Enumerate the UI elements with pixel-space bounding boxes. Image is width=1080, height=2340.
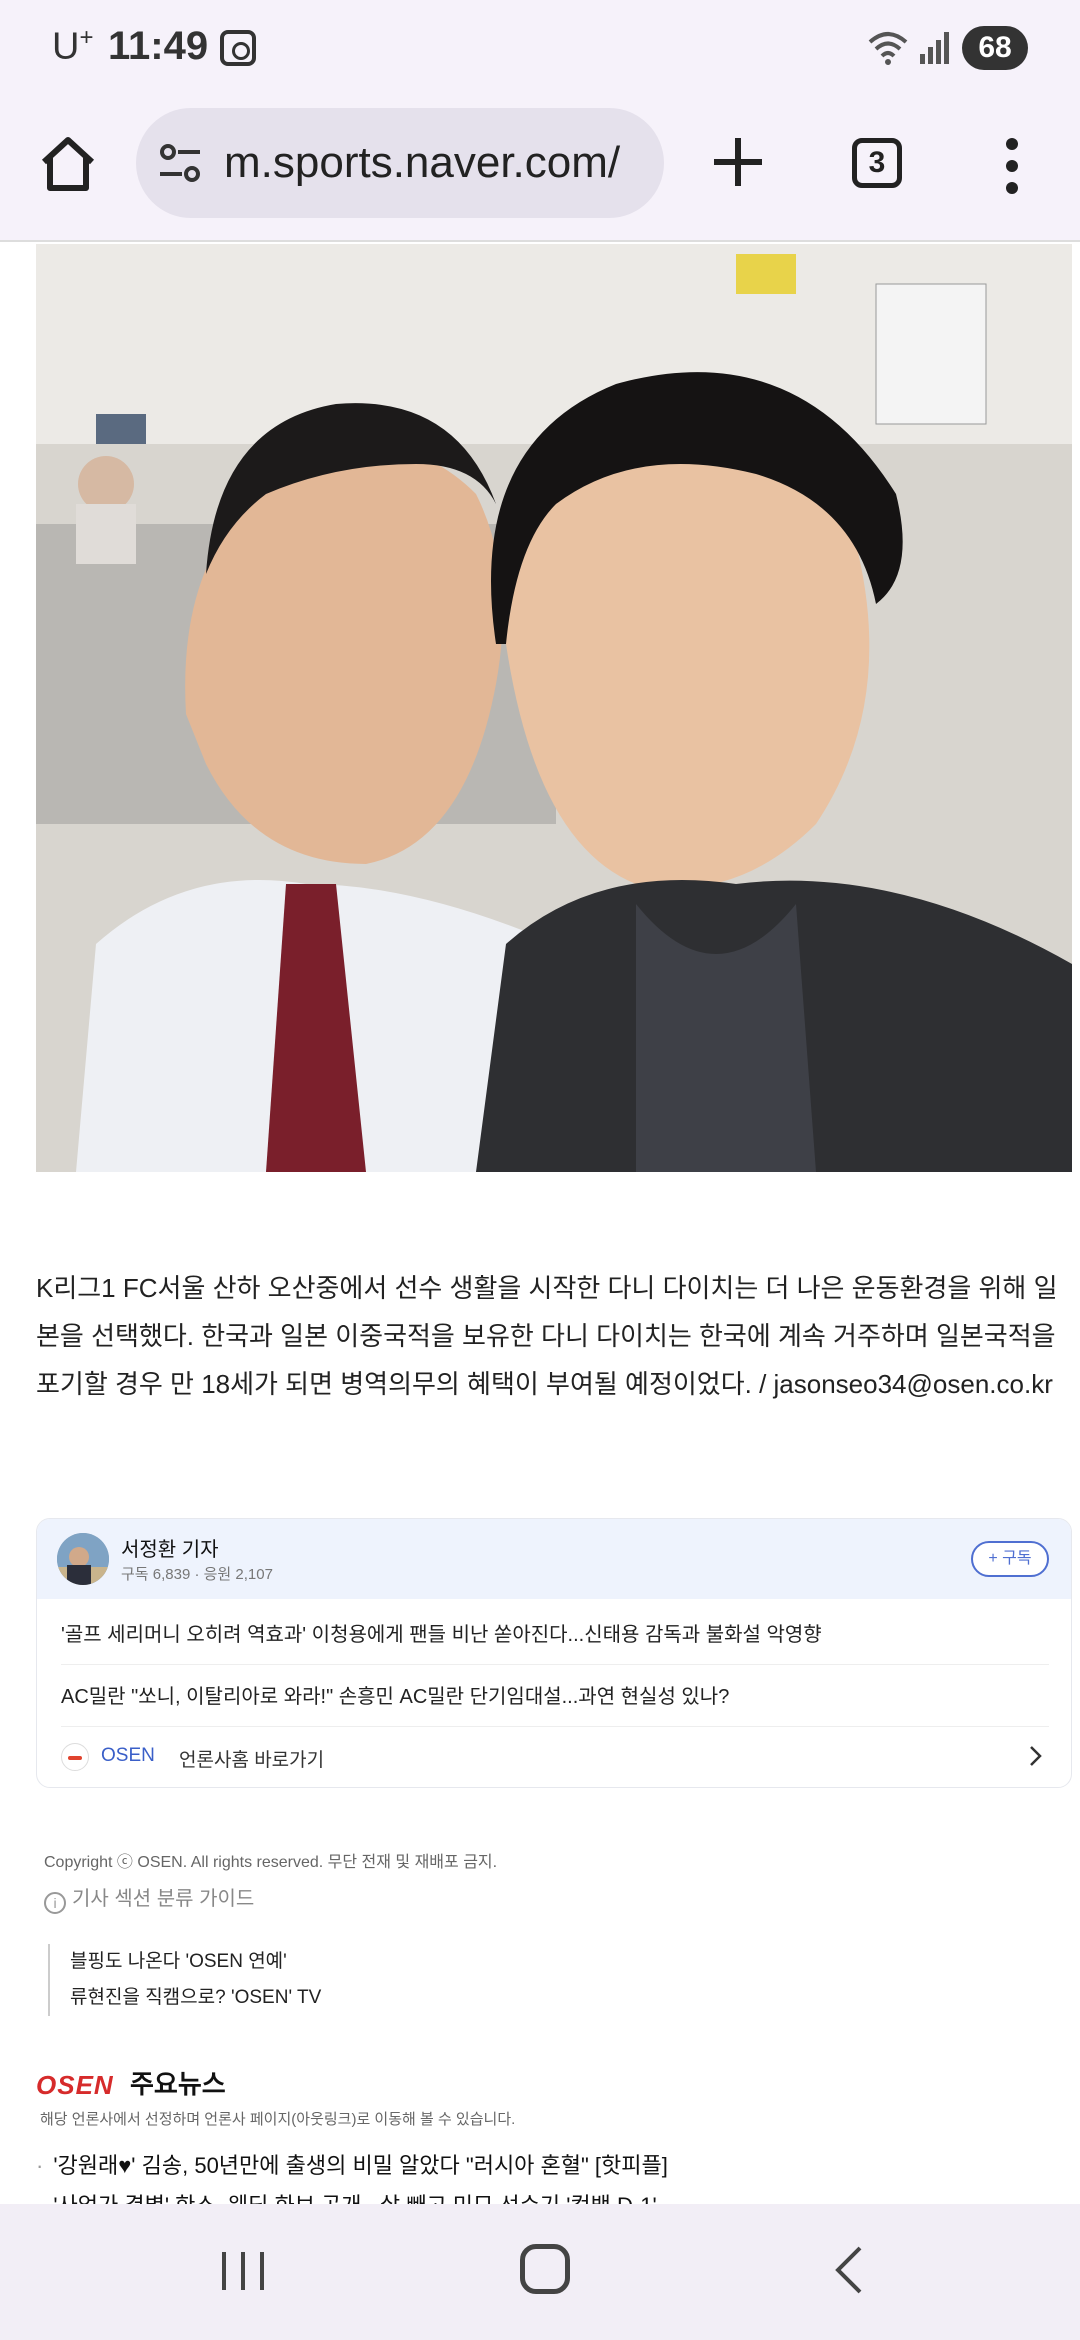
- nav-home-icon[interactable]: [520, 2244, 570, 2294]
- reporter-avatar[interactable]: [57, 1533, 109, 1585]
- promo-links: 블핑도 나온다 'OSEN 연예' 류현진을 직캠으로? 'OSEN' TV: [48, 1944, 648, 2016]
- system-nav-bar: [0, 2204, 1080, 2340]
- browser-toolbar: m.sports.naver.com/ 3: [0, 100, 1080, 242]
- info-icon: i: [44, 1892, 66, 1914]
- promo-link[interactable]: 블핑도 나온다 'OSEN 연예': [70, 1944, 648, 1980]
- home-icon[interactable]: [36, 132, 100, 196]
- article-photo: [36, 244, 1072, 1172]
- battery-indicator: 68: [962, 26, 1028, 70]
- wifi-icon: [868, 32, 908, 65]
- signal-icon: [920, 32, 949, 64]
- reporter-stats: 구독 6,839 · 응원 2,107: [121, 1566, 273, 1583]
- status-bar: U+ 11:49 68: [0, 0, 1080, 100]
- reporter-article-link[interactable]: AC밀란 "쏘니, 이탈리아로 와라!" 손흥민 AC밀란 단기임대설...과연…: [61, 1667, 1049, 1727]
- press-logo-icon: [61, 1743, 89, 1771]
- address-bar[interactable]: m.sports.naver.com/: [136, 108, 664, 218]
- reporter-card: 서정환 기자 구독 6,839 · 응원 2,107 + 구독 '골프 세리머니…: [36, 1518, 1072, 1788]
- screenshot-icon: [220, 30, 256, 66]
- press-name: OSEN: [101, 1745, 155, 1766]
- osen-logo[interactable]: OSEN: [36, 2070, 114, 2101]
- tab-switcher-button[interactable]: 3: [852, 138, 902, 188]
- recent-apps-icon[interactable]: [218, 2248, 268, 2294]
- more-menu-icon[interactable]: [994, 134, 1030, 198]
- main-news-note: 해당 언론사에서 선정하며 언론사 페이지(아웃링크)로 이동해 볼 수 있습니…: [40, 2111, 516, 2128]
- carrier-label: U+: [52, 24, 94, 68]
- main-news-item[interactable]: '강원래♥' 김송, 50년만에 출생의 비밀 알았다 "러시아 혼혈" [핫피…: [36, 2148, 1066, 2180]
- main-news-title: 주요뉴스: [130, 2069, 226, 2099]
- url-text[interactable]: m.sports.naver.com/: [224, 138, 654, 188]
- press-home-link[interactable]: OSEN 언론사홈 바로가기: [61, 1733, 1049, 1779]
- promo-link[interactable]: 류현진을 직캠으로? 'OSEN' TV: [70, 1980, 648, 2016]
- section-guide-label: 기사 섹션 분류 가이드: [72, 1888, 255, 1910]
- back-icon[interactable]: [830, 2244, 866, 2296]
- copyright-text: Copyright ⓒ OSEN. All rights reserved. 무…: [44, 1854, 498, 1871]
- subscribe-button[interactable]: + 구독: [971, 1541, 1049, 1577]
- status-time: 11:49: [108, 24, 209, 68]
- chevron-right-icon: [1030, 1746, 1042, 1766]
- reporter-article-link[interactable]: '골프 세리머니 오히려 역효과' 이청용에게 팬들 비난 쏟아진다...신태용…: [61, 1605, 1049, 1665]
- site-settings-icon[interactable]: [156, 142, 204, 184]
- article-body: K리그1 FC서울 산하 오산중에서 선수 생활을 시작한 다니 다이치는 더 …: [36, 1273, 1058, 1399]
- new-tab-icon[interactable]: [710, 134, 766, 190]
- section-guide-link[interactable]: i 기사 섹션 분류 가이드: [44, 1882, 254, 1914]
- press-home-label: 언론사홈 바로가기: [179, 1750, 325, 1771]
- reporter-header: 서정환 기자 구독 6,839 · 응원 2,107 + 구독: [37, 1519, 1071, 1599]
- reporter-name[interactable]: 서정환 기자: [121, 1533, 219, 1562]
